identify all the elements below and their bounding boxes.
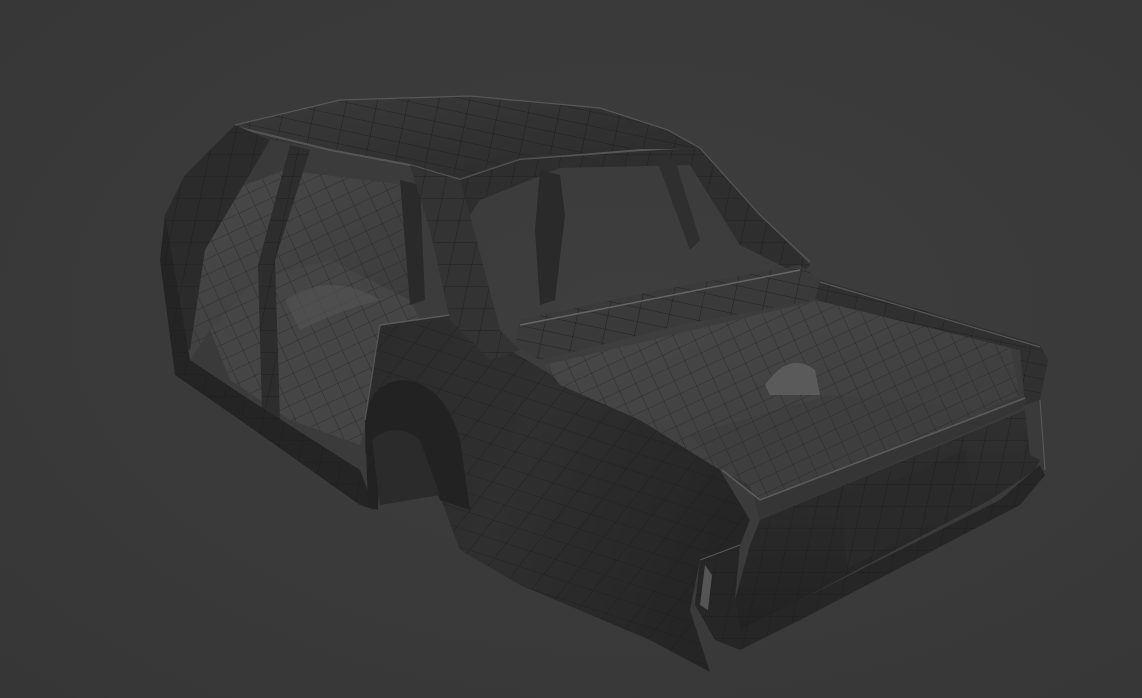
3d-viewport[interactable] [0,0,1142,698]
car-body-model[interactable] [0,0,1142,698]
